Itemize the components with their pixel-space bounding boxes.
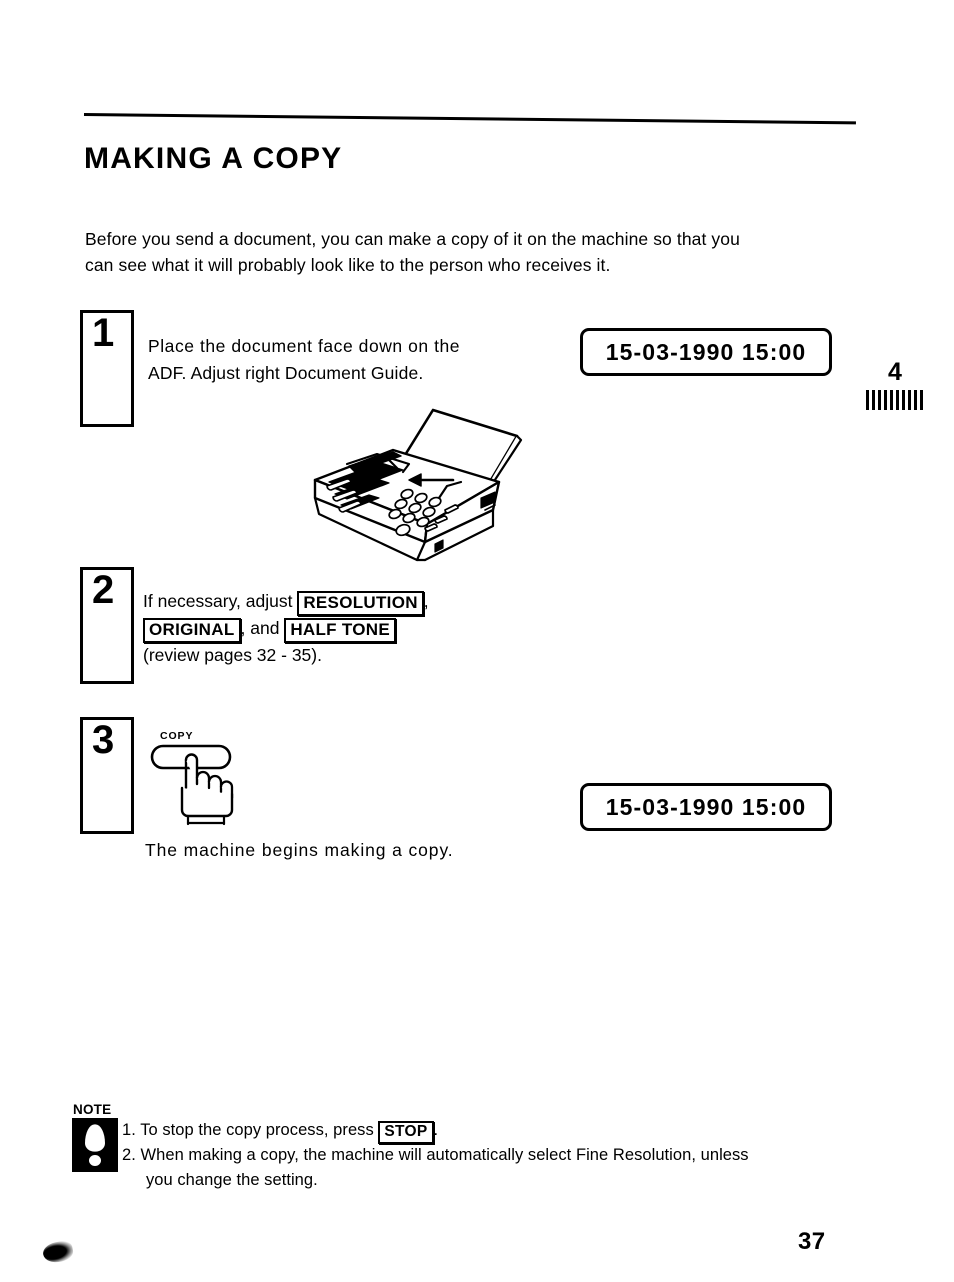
note-item-2-line-2: you change the setting. — [146, 1171, 318, 1189]
step-2-line-1-suffix: , — [423, 591, 429, 611]
intro-line-1: Before you send a document, you can make… — [85, 229, 740, 249]
document-page: MAKING A COPY Before you send a document… — [0, 0, 954, 1282]
copy-button-label: COPY — [160, 730, 194, 742]
exclamation-dot — [89, 1155, 101, 1166]
page-title: MAKING A COPY — [84, 142, 343, 175]
note-heading: NOTE — [73, 1102, 112, 1117]
key-resolution: RESOLUTION — [297, 591, 424, 616]
step-number-1: 1 — [92, 311, 115, 355]
lcd-display-2: 15-03-1990 15:00 — [580, 783, 832, 831]
note-item-2-line-1: 2. When making a copy, the machine will … — [122, 1146, 749, 1164]
key-stop: STOP — [378, 1121, 434, 1144]
intro-paragraph: Before you send a document, you can make… — [85, 226, 855, 278]
step-2-line-3: (review pages 32 - 35). — [143, 645, 322, 665]
step-3-caption: The machine begins making a copy. — [145, 840, 454, 860]
step-2-line-1-prefix: If necessary, adjust — [143, 591, 293, 611]
fax-machine-illustration — [285, 402, 550, 572]
step-2-line-1: If necessary, adjust RESOLUTION, — [143, 588, 429, 616]
note-item-1: 1. To stop the copy process, press STOP. — [122, 1118, 749, 1144]
scan-smudge-artifact — [41, 1239, 75, 1265]
note-item-1-prefix: 1. To stop the copy process, press — [122, 1121, 374, 1139]
chapter-barcode-icon — [866, 390, 924, 410]
step-1-line-2: ADF. Adjust right Document Guide. — [148, 363, 424, 383]
step-number-box-2: 2 — [80, 567, 134, 684]
step-2-line-2-mid: , and — [240, 618, 280, 638]
lcd-display-1-text: 15-03-1990 15:00 — [605, 338, 807, 365]
step-2-line-2: ORIGINAL, and HALF TONE — [143, 615, 429, 643]
lcd-display-2-text: 15-03-1990 15:00 — [605, 793, 807, 820]
note-list: 1. To stop the copy process, press STOP.… — [122, 1118, 749, 1193]
step-number-3: 3 — [92, 718, 115, 762]
step-number-2: 2 — [92, 568, 115, 612]
intro-line-2: can see what it will probably look like … — [85, 255, 611, 275]
step-number-box-3: 3 — [80, 717, 134, 834]
chapter-number: 4 — [888, 358, 902, 386]
key-original: ORIGINAL — [143, 618, 241, 643]
step-number-box-1: 1 — [80, 310, 134, 427]
step-2-text: If necessary, adjust RESOLUTION, ORIGINA… — [143, 588, 429, 668]
step-1-text: Place the document face down on the ADF.… — [148, 333, 460, 387]
key-half-tone: HALF TONE — [284, 618, 396, 643]
page-number: 37 — [798, 1228, 826, 1255]
lcd-display-1: 15-03-1990 15:00 — [580, 328, 832, 376]
header-rule — [83, 113, 856, 125]
exclamation-mark-icon — [72, 1118, 118, 1172]
note-badge: NOTE — [72, 1103, 120, 1172]
step-1-line-1: Place the document face down on the — [148, 336, 461, 356]
copy-button-press-illustration: COPY — [148, 730, 278, 826]
note-item-1-suffix: . — [433, 1121, 439, 1139]
chapter-tab-marker: 4 — [860, 358, 930, 410]
exclamation-stem — [85, 1124, 105, 1152]
